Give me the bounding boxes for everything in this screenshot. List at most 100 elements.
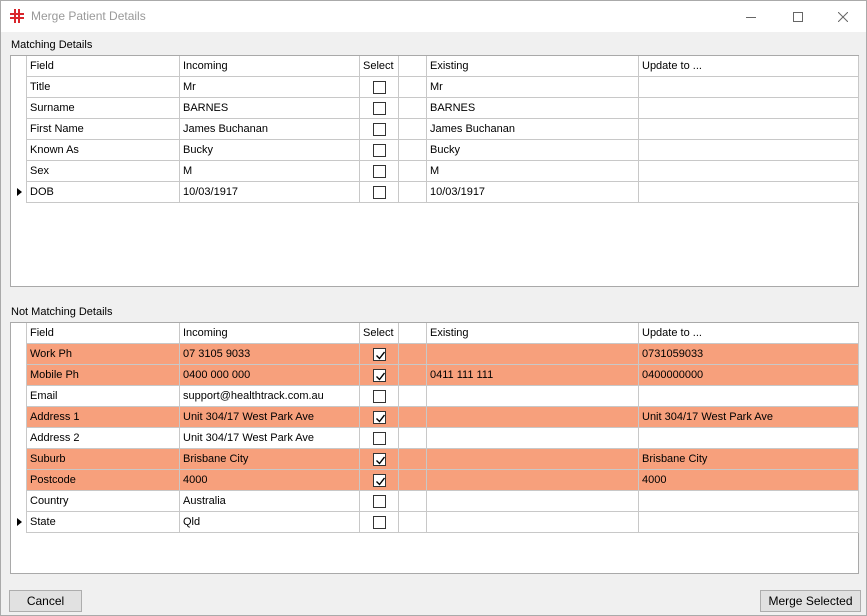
existing-cell: Bucky xyxy=(427,140,639,161)
select-checkbox[interactable] xyxy=(373,495,386,508)
table-row[interactable]: Email support@healthtrack.com.au xyxy=(11,386,859,407)
existing-cell xyxy=(427,491,639,512)
column-header-select[interactable]: Select xyxy=(360,323,399,344)
table-row[interactable]: Address 2 Unit 304/17 West Park Ave xyxy=(11,428,859,449)
row-indicator xyxy=(11,98,27,119)
merge-selected-button[interactable]: Merge Selected xyxy=(760,590,861,612)
row-indicator xyxy=(11,386,27,407)
select-cell xyxy=(360,140,399,161)
select-checkbox[interactable] xyxy=(373,369,386,382)
spacer-cell xyxy=(399,407,427,428)
spacer-cell xyxy=(399,491,427,512)
select-checkbox[interactable] xyxy=(373,186,386,199)
minimize-button[interactable] xyxy=(728,1,774,32)
select-checkbox[interactable] xyxy=(373,144,386,157)
select-checkbox[interactable] xyxy=(373,474,386,487)
incoming-cell: support@healthtrack.com.au xyxy=(180,386,360,407)
table-row[interactable]: First Name James Buchanan James Buchanan xyxy=(11,119,859,140)
table-row[interactable]: Surname BARNES BARNES xyxy=(11,98,859,119)
cancel-button[interactable]: Cancel xyxy=(9,590,82,612)
select-checkbox[interactable] xyxy=(373,102,386,115)
row-indicator xyxy=(11,365,27,386)
table-row[interactable]: Country Australia xyxy=(11,491,859,512)
checkmark-icon xyxy=(376,372,386,381)
select-cell xyxy=(360,98,399,119)
select-checkbox[interactable] xyxy=(373,165,386,178)
select-cell xyxy=(360,344,399,365)
incoming-cell: Mr xyxy=(180,77,360,98)
column-header-spacer[interactable] xyxy=(399,56,427,77)
column-header-incoming[interactable]: Incoming xyxy=(180,323,360,344)
app-logo-icon xyxy=(10,9,24,23)
table-row[interactable]: Mobile Ph 0400 000 000 0411 111 111 0400000… xyxy=(11,365,859,386)
select-checkbox[interactable] xyxy=(373,348,386,361)
column-header-existing[interactable]: Existing xyxy=(427,323,639,344)
update-to-cell xyxy=(639,161,859,182)
select-checkbox[interactable] xyxy=(373,81,386,94)
existing-cell: 10/03/1917 xyxy=(427,182,639,203)
table-row[interactable]: Work Ph 07 3105 9033 0731059033 xyxy=(11,344,859,365)
spacer-cell xyxy=(399,77,427,98)
select-checkbox[interactable] xyxy=(373,432,386,445)
incoming-cell: Unit 304/17 West Park Ave xyxy=(180,428,360,449)
spacer-cell xyxy=(399,512,427,533)
select-checkbox[interactable] xyxy=(373,516,386,529)
row-indicator xyxy=(11,119,27,140)
row-indicator xyxy=(11,449,27,470)
current-row-arrow-icon xyxy=(17,188,22,196)
update-to-cell: 4000 xyxy=(639,470,859,491)
field-cell: Sex xyxy=(27,161,180,182)
field-cell: Known As xyxy=(27,140,180,161)
maximize-button[interactable] xyxy=(775,1,821,32)
column-header-existing[interactable]: Existing xyxy=(427,56,639,77)
existing-cell xyxy=(427,470,639,491)
table-row[interactable]: Address 1 Unit 304/17 West Park Ave Unit 3… xyxy=(11,407,859,428)
table-row[interactable]: DOB 10/03/1917 10/03/1917 xyxy=(11,182,859,203)
column-header-update[interactable]: Update to ... xyxy=(639,56,859,77)
existing-cell xyxy=(427,512,639,533)
matching-details-label: Matching Details xyxy=(11,39,93,51)
incoming-cell: M xyxy=(180,161,360,182)
update-to-cell xyxy=(639,119,859,140)
select-checkbox[interactable] xyxy=(373,453,386,466)
column-header-select[interactable]: Select xyxy=(360,56,399,77)
column-header-field[interactable]: Field xyxy=(27,323,180,344)
column-header-incoming[interactable]: Incoming xyxy=(180,56,360,77)
select-checkbox[interactable] xyxy=(373,123,386,136)
spacer-cell xyxy=(399,182,427,203)
select-cell xyxy=(360,365,399,386)
column-header-update[interactable]: Update to ... xyxy=(639,323,859,344)
title-bar: Merge Patient Details xyxy=(1,1,866,32)
incoming-cell: 07 3105 9033 xyxy=(180,344,360,365)
spacer-cell xyxy=(399,386,427,407)
select-checkbox[interactable] xyxy=(373,411,386,424)
update-to-cell xyxy=(639,98,859,119)
select-checkbox[interactable] xyxy=(373,390,386,403)
row-indicator xyxy=(11,491,27,512)
existing-cell: BARNES xyxy=(427,98,639,119)
column-header-field[interactable]: Field xyxy=(27,56,180,77)
existing-cell xyxy=(427,449,639,470)
existing-cell xyxy=(427,344,639,365)
field-cell: First Name xyxy=(27,119,180,140)
not-matching-details-label: Not Matching Details xyxy=(11,306,113,318)
close-button[interactable] xyxy=(820,1,866,32)
table-row[interactable]: Postcode 4000 4000 xyxy=(11,470,859,491)
spacer-cell xyxy=(399,161,427,182)
update-to-cell xyxy=(639,386,859,407)
incoming-cell: James Buchanan xyxy=(180,119,360,140)
table-row[interactable]: Suburb Brisbane City Brisbane City xyxy=(11,449,859,470)
table-row[interactable]: State Qld xyxy=(11,512,859,533)
select-cell xyxy=(360,449,399,470)
update-to-cell: Brisbane City xyxy=(639,449,859,470)
table-row[interactable]: Title Mr Mr xyxy=(11,77,859,98)
column-header-spacer[interactable] xyxy=(399,323,427,344)
checkmark-icon xyxy=(376,414,386,423)
checkmark-icon xyxy=(376,351,386,360)
table-row[interactable]: Sex M M xyxy=(11,161,859,182)
select-cell xyxy=(360,77,399,98)
field-cell: Country xyxy=(27,491,180,512)
table-row[interactable]: Known As Bucky Bucky xyxy=(11,140,859,161)
spacer-cell xyxy=(399,140,427,161)
window-title: Merge Patient Details xyxy=(31,9,146,23)
